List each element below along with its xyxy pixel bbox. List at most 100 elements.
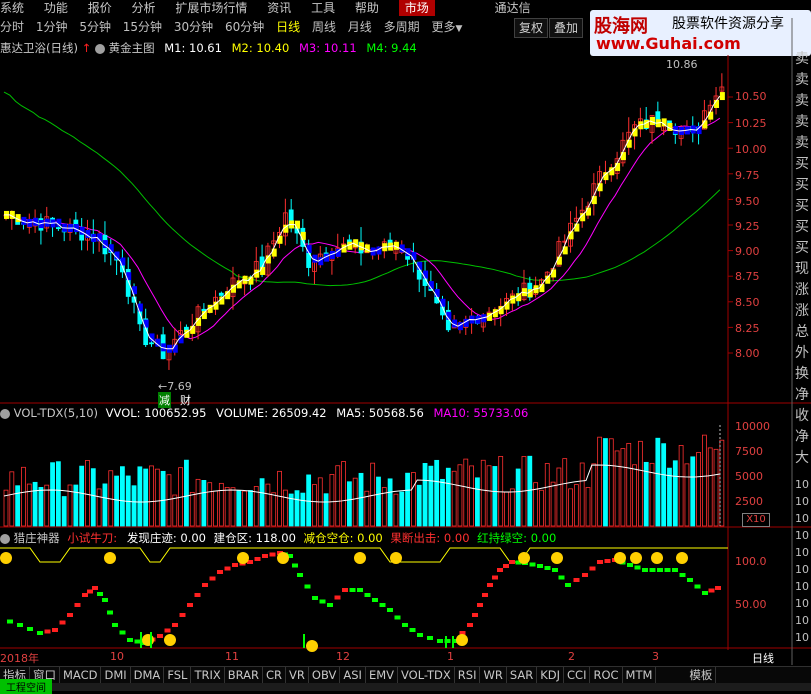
- volume-bar: [579, 462, 585, 527]
- candle-body: [201, 308, 207, 312]
- indicator-tab[interactable]: ASI: [340, 667, 366, 683]
- volume-bar: [480, 459, 486, 527]
- oscillator-dot: [119, 630, 126, 635]
- indicator-tab[interactable]: VOL-TDX: [398, 667, 455, 683]
- volume-bar: [102, 483, 108, 527]
- volume-bar: [248, 490, 253, 527]
- oscillator-dot: [394, 615, 401, 620]
- oscillator-dot: [224, 566, 231, 571]
- trend-block: [411, 252, 417, 261]
- volume-bar: [585, 487, 591, 527]
- trend-block: [277, 235, 283, 244]
- oscillator-dot: [334, 595, 341, 600]
- volume-bar: [399, 491, 405, 527]
- volume-bar: [271, 492, 277, 527]
- volume-bar: [96, 488, 102, 527]
- indicator-tab[interactable]: 模板: [686, 667, 717, 683]
- volume-bar: [440, 478, 445, 527]
- volume-bar: [32, 481, 38, 527]
- volume-bar: [637, 440, 643, 527]
- volume-bar: [90, 468, 96, 527]
- oscillator-dot: [87, 589, 93, 594]
- indicator-tab[interactable]: MTM: [623, 667, 657, 683]
- oscillator-dot: [634, 565, 641, 570]
- volume-bar: [55, 461, 61, 527]
- volume-bar: [346, 481, 352, 527]
- side-word: 卖: [795, 93, 809, 109]
- volume-bar: [224, 486, 230, 527]
- vol-indicator-name[interactable]: VOL-TDX(5,10): [14, 406, 98, 420]
- indicator-tab[interactable]: SAR: [507, 667, 538, 683]
- smiley-icon: [142, 634, 154, 646]
- oscillator-dot: [364, 593, 371, 597]
- oscillator-dot: [427, 636, 433, 640]
- oscillator-dot: [74, 603, 81, 607]
- y-tick: 10.50: [735, 90, 767, 103]
- indicator-tab[interactable]: DMI: [101, 667, 131, 683]
- volume-bar: [387, 478, 393, 527]
- volume-bar: [44, 484, 50, 527]
- indicator-tab[interactable]: RSI: [455, 667, 481, 683]
- indicator-tab[interactable]: EMV: [366, 667, 398, 683]
- right-edge-tick: 10: [795, 529, 809, 542]
- volume-bar: [242, 490, 248, 527]
- volume-bar: [312, 484, 317, 527]
- indicator-tab[interactable]: CR: [263, 667, 287, 683]
- volume-bar: [550, 481, 556, 527]
- oscillator-dot: [687, 578, 693, 582]
- oscillator-dot: [565, 583, 571, 587]
- volume-bar: [544, 463, 550, 527]
- side-word: 换: [795, 366, 809, 382]
- volume-bar: [370, 462, 376, 527]
- oscillator-dot: [172, 623, 178, 627]
- ma5-value: MA5: 50568.56: [336, 406, 424, 420]
- y-tick: 8.25: [735, 322, 760, 335]
- volume-bar: [137, 466, 143, 527]
- oscillator-dot: [379, 603, 386, 607]
- indicator-tab[interactable]: TRIX: [191, 667, 225, 683]
- indicator-tab[interactable]: KDJ: [537, 667, 565, 683]
- x-label: 2018年: [0, 652, 39, 665]
- vol-y-tick: 10000: [735, 420, 770, 433]
- volume-bar: [85, 460, 90, 527]
- volume-bar: [556, 467, 562, 527]
- oscillator-dot: [44, 629, 51, 634]
- vol-settings-icon[interactable]: [0, 408, 10, 419]
- volume-bar: [50, 462, 55, 527]
- signal-bar: [452, 636, 454, 648]
- indicator-tab[interactable]: VR: [286, 667, 309, 683]
- volume-bar: [61, 496, 67, 527]
- ma-line-green: [3, 91, 721, 287]
- side-word: 总: [795, 324, 809, 340]
- sub-settings-icon[interactable]: [0, 533, 10, 544]
- vol-y-tick: 5000: [735, 470, 763, 483]
- indicator-tab[interactable]: FSL: [164, 667, 192, 683]
- signal-bar: [150, 632, 152, 648]
- indicator-tab[interactable]: CCI: [564, 667, 591, 683]
- indicator-tab[interactable]: WR: [480, 667, 507, 683]
- indicator-tab[interactable]: DMA: [131, 667, 165, 683]
- side-word: 买: [795, 240, 809, 256]
- indicator-tab[interactable]: BRAR: [225, 667, 264, 683]
- volume-bar: [486, 465, 492, 527]
- volume-bar: [702, 434, 707, 527]
- sub-indicator-name[interactable]: 猎庄神器: [14, 531, 60, 545]
- volume-bar: [143, 468, 149, 527]
- kline-chart[interactable]: [0, 0, 811, 691]
- trend-block: [260, 266, 266, 275]
- volume-bar: [236, 490, 242, 527]
- volume-bar: [405, 472, 410, 527]
- smiley-icon: [551, 552, 563, 564]
- volume-bar: [422, 463, 428, 527]
- smiley-icon: [456, 634, 468, 646]
- oscillator-dot: [112, 623, 118, 627]
- side-word: 卖: [795, 72, 809, 88]
- side-word: 涨: [795, 282, 809, 298]
- volume-bar: [26, 483, 32, 527]
- indicator-tab[interactable]: OBV: [309, 667, 341, 683]
- indicator-tab[interactable]: MACD: [60, 667, 102, 683]
- indicator-tab[interactable]: ROC: [590, 667, 623, 683]
- oscillator-dot: [509, 560, 515, 564]
- oscillator-dot: [97, 592, 103, 596]
- oscillator-dot: [558, 575, 565, 580]
